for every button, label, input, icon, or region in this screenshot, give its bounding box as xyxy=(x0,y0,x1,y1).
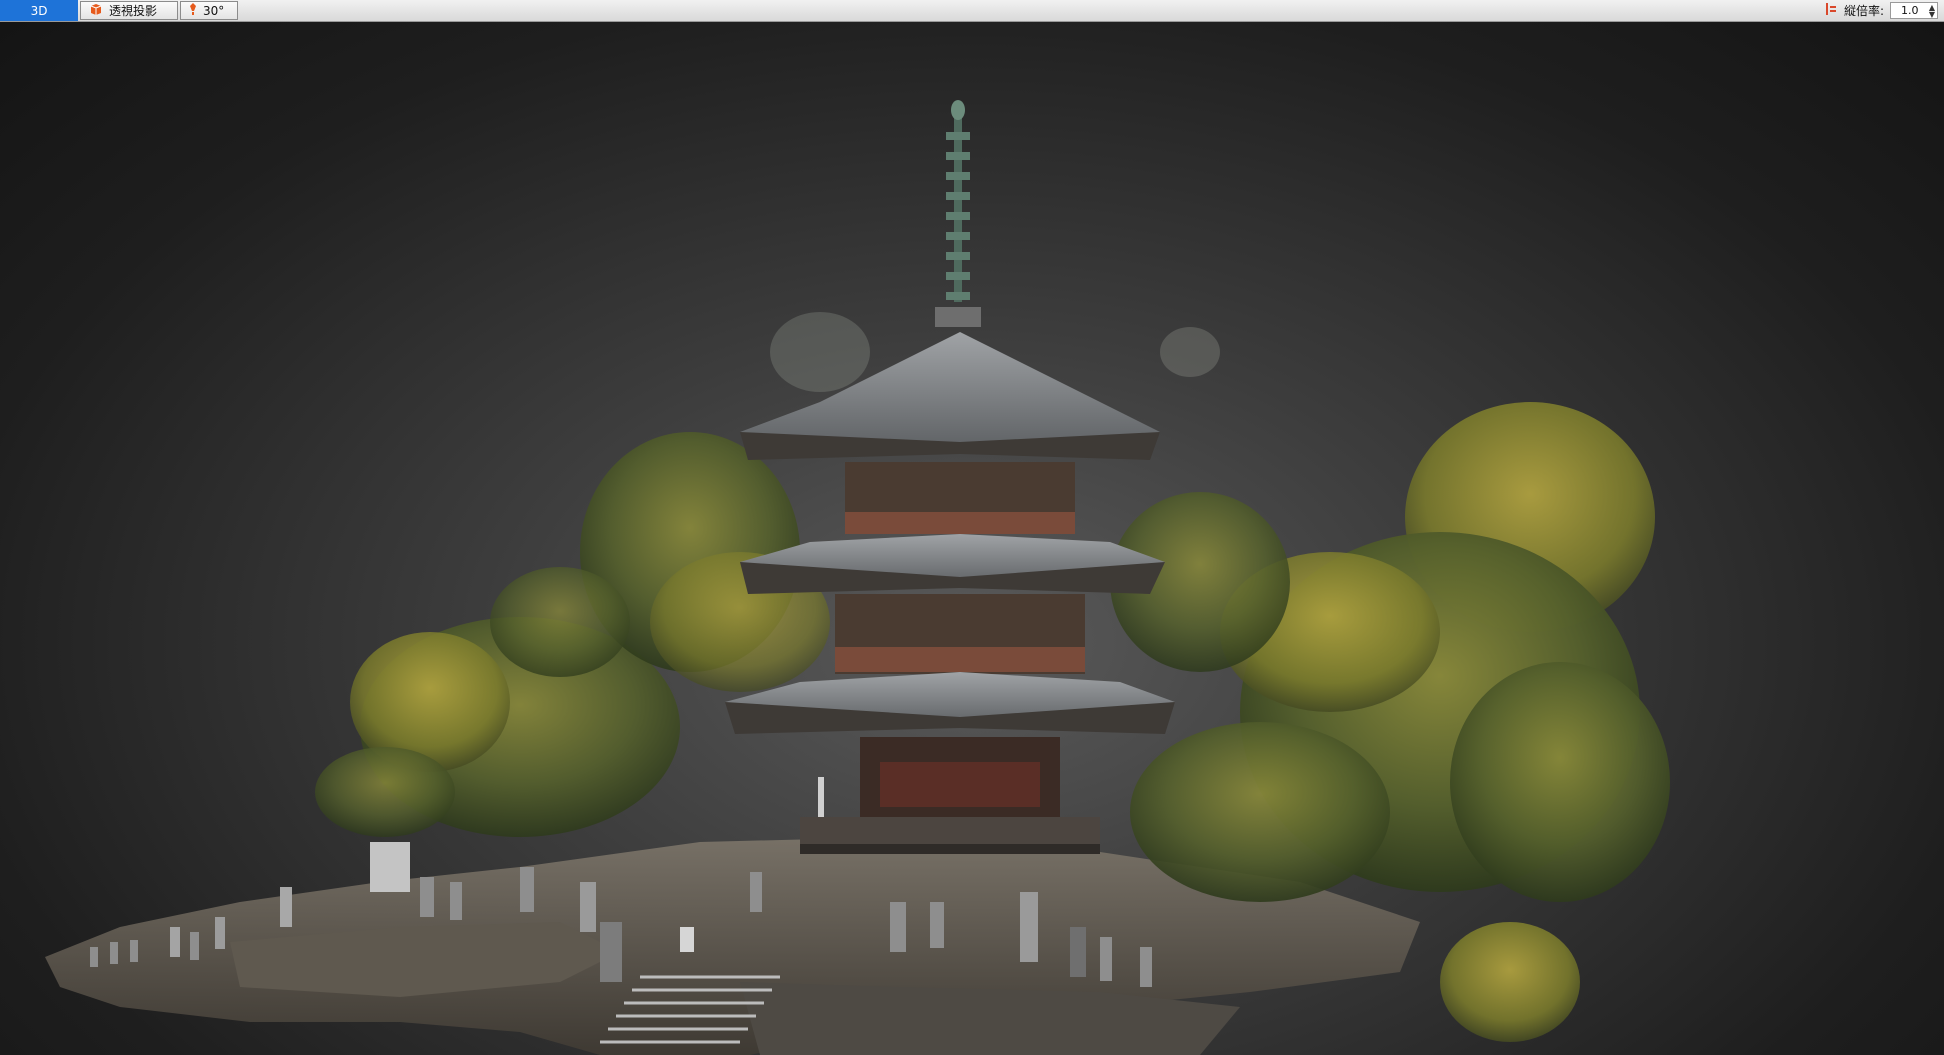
lamp-post xyxy=(818,777,824,817)
projection-mode-label: 透視投影 xyxy=(109,4,158,18)
vertical-scale-label: 縦倍率: xyxy=(1843,4,1884,18)
vertical-scale-value: 1.0 xyxy=(1901,4,1919,17)
projection-mode-button[interactable]: 透視投影 xyxy=(80,1,178,20)
viewer-toolbar: 3D 透視投影 30° 縦倍率: 1.0 ▲ ▼ xyxy=(0,0,1944,22)
field-of-view-button[interactable]: 30° xyxy=(180,1,238,20)
pagoda-model xyxy=(725,100,1175,854)
spinner-arrows-icon[interactable]: ▲ ▼ xyxy=(1929,3,1935,18)
vertical-scale-control: 縦倍率: 1.0 ▲ ▼ xyxy=(1824,1,1938,20)
view-mode-3d-tab[interactable]: 3D xyxy=(0,0,78,21)
camera-angle-icon xyxy=(189,2,197,19)
point-cloud-render xyxy=(45,100,1670,1055)
3d-viewport[interactable] xyxy=(0,22,1944,1055)
vertical-scale-input[interactable]: 1.0 ▲ ▼ xyxy=(1890,2,1938,19)
perspective-cube-icon xyxy=(89,2,103,19)
vertical-scale-icon xyxy=(1824,2,1838,19)
field-of-view-label: 30° xyxy=(203,3,225,18)
